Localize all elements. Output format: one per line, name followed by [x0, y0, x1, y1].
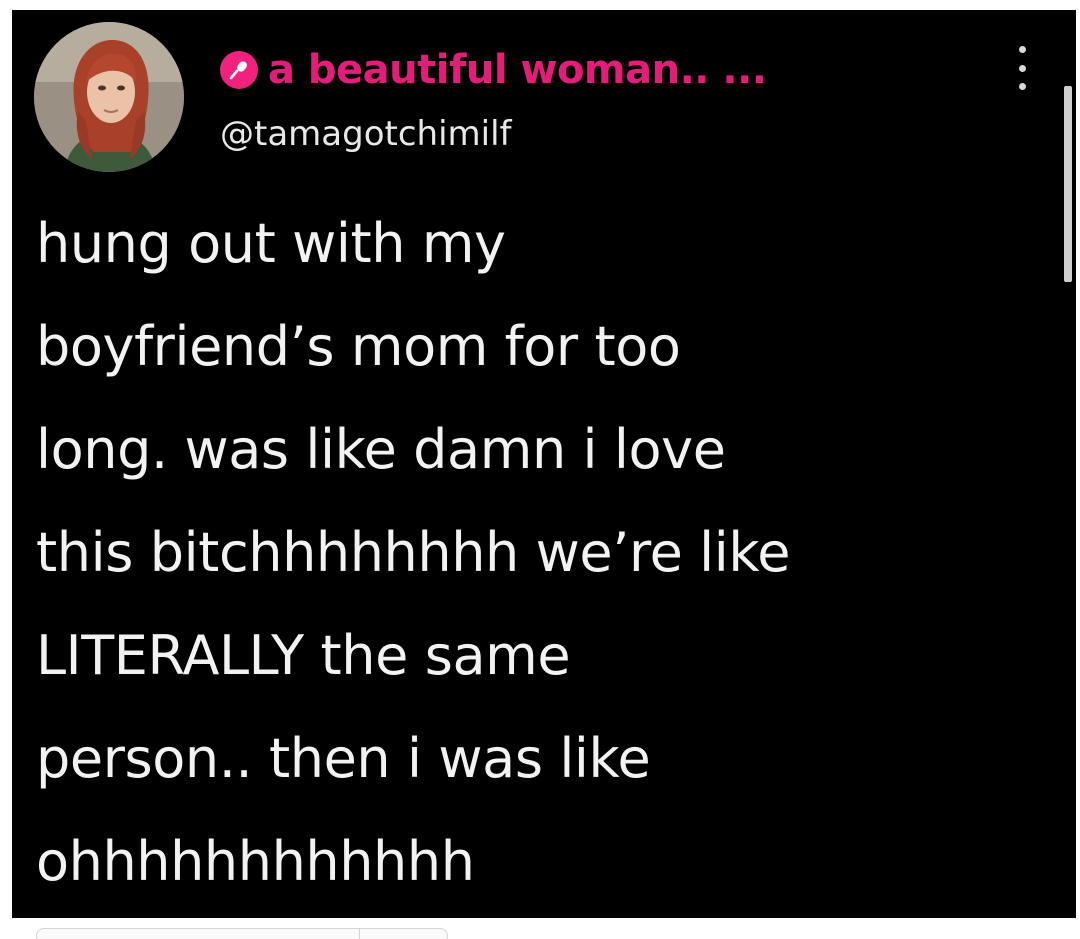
tweet-text-line: LITERALLY the same [36, 624, 571, 687]
microphone-icon [220, 51, 258, 89]
tweet-text-line: long. was like damn i love [36, 418, 726, 481]
tweet-text-line: this bitchhhhhhhh we’re like [36, 521, 791, 584]
tweet-text-line: hung out with my [36, 212, 506, 275]
scrollbar[interactable] [1064, 86, 1072, 282]
menu-dot [1018, 64, 1026, 72]
menu-dot [1018, 46, 1026, 53]
tweet-text-line: ohhhhhhhhhhhh [36, 830, 475, 893]
screenshot-canvas: a beautiful woman.. ... @tamagotchimilf … [0, 0, 1080, 939]
user-handle[interactable]: @tamagotchimilf [220, 114, 512, 154]
display-name-row[interactable]: a beautiful woman.. ... [220, 40, 767, 100]
tweet-text: hung out with my boyfriend’s mom for too… [36, 192, 1056, 913]
more-vertical-icon[interactable] [1012, 46, 1032, 90]
tweet-text-line: boyfriend’s mom for too [36, 315, 681, 378]
divider [359, 929, 360, 939]
display-name: a beautiful woman.. ... [268, 47, 767, 93]
avatar-image [34, 22, 184, 172]
avatar[interactable] [34, 22, 184, 172]
tweet-text-line: person.. then i was like [36, 727, 651, 790]
cropped-action-bar [36, 928, 448, 939]
tweet-card: a beautiful woman.. ... @tamagotchimilf … [12, 10, 1076, 918]
menu-dot [1018, 83, 1026, 90]
